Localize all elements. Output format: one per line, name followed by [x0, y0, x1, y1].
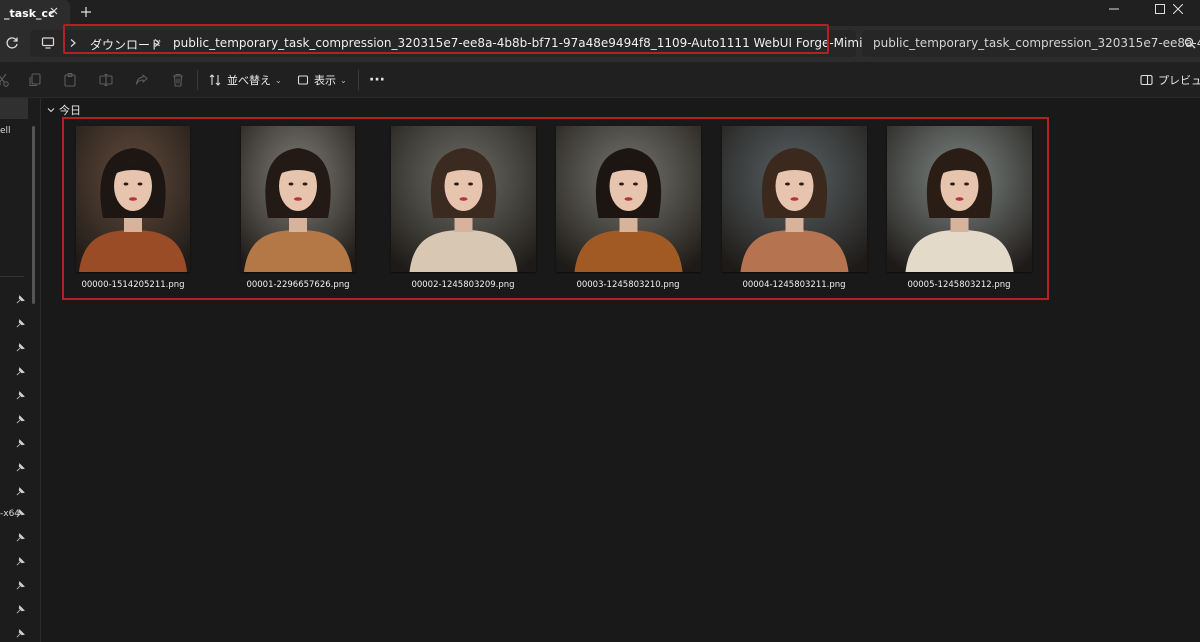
preview-label: プレビュー [1158, 74, 1200, 87]
chevron-right-icon[interactable] [68, 36, 78, 50]
new-tab-icon[interactable] [80, 6, 92, 18]
pin-icon [16, 581, 25, 590]
file-thumbnail[interactable] [391, 126, 536, 272]
chevron-right-icon[interactable] [152, 36, 162, 50]
file-item[interactable]: 00001-2296657626.png [223, 126, 373, 290]
pin-icon [16, 463, 25, 472]
portrait-image [556, 126, 701, 272]
portrait-image [241, 126, 355, 272]
monitor-icon [41, 37, 55, 49]
preview-pane-button[interactable]: プレビュー [1140, 70, 1200, 90]
file-thumbnail[interactable] [887, 126, 1032, 272]
search-icon[interactable] [1184, 37, 1196, 49]
file-item[interactable]: 00000-1514205211.png [58, 126, 208, 290]
pin-icon [16, 533, 25, 542]
file-name-label: 00000-1514205211.png [81, 280, 185, 290]
navigation-pane: ell -x64 [0, 98, 41, 642]
group-label: 今日 [59, 104, 81, 117]
view-label: 表示 [314, 74, 336, 87]
sidebar-item-label[interactable]: ell [0, 126, 11, 136]
sidebar-scrollbar[interactable] [32, 126, 35, 304]
copy-icon[interactable] [27, 72, 43, 88]
search-input[interactable]: public_temporary_task_compression_320315… [873, 36, 1200, 50]
file-item[interactable]: 00003-1245803210.png [553, 126, 703, 290]
file-name-label: 00004-1245803211.png [742, 280, 846, 290]
view-icon [297, 75, 309, 85]
portrait-image [887, 126, 1032, 272]
pin-icon [16, 605, 25, 614]
address-row: ダウンロード public_temporary_task_compression… [0, 26, 1200, 62]
paste-icon[interactable] [62, 72, 78, 88]
breadcrumb-current-folder[interactable]: public_temporary_task_compression_320315… [173, 36, 885, 50]
more-options-button[interactable]: ··· [369, 70, 385, 90]
file-name-label: 00003-1245803210.png [576, 280, 680, 290]
tab-active[interactable]: _task_cc [0, 0, 70, 26]
toolbar-divider [197, 70, 198, 90]
file-explorer-window: _task_cc ダウンロード public_temporary_task_co… [0, 0, 1200, 642]
pin-icon [16, 343, 25, 352]
file-thumbnail[interactable] [241, 126, 355, 272]
sort-button[interactable]: 並べ替え ⌄ [208, 70, 282, 90]
portrait-image [722, 126, 867, 272]
minimize-icon [1109, 8, 1119, 10]
file-name-label: 00002-1245803209.png [411, 280, 515, 290]
view-button[interactable]: 表示 ⌄ [297, 70, 347, 90]
close-icon[interactable] [48, 5, 60, 17]
search-box[interactable]: public_temporary_task_compression_320315… [862, 30, 1200, 57]
pin-icon [16, 295, 25, 304]
chevron-down-icon [47, 108, 55, 113]
file-name-label: 00005-1245803212.png [907, 280, 1011, 290]
cut-icon[interactable] [0, 72, 10, 88]
pin-icon [16, 487, 25, 496]
minimize-button[interactable] [1092, 0, 1136, 18]
group-header-today[interactable]: 今日 [47, 103, 81, 117]
toolbar-divider [358, 70, 359, 90]
pin-icon [16, 319, 25, 328]
delete-icon[interactable] [170, 72, 186, 88]
tab-title: _task_cc [4, 7, 55, 20]
file-name-label: 00001-2296657626.png [246, 280, 350, 290]
close-window-icon [1173, 4, 1183, 14]
sort-label: 並べ替え [227, 74, 271, 87]
command-bar: 並べ替え ⌄ 表示 ⌄ ··· プレビュー [0, 62, 1200, 98]
file-thumbnail[interactable] [76, 126, 190, 272]
file-item[interactable]: 00004-1245803211.png [719, 126, 869, 290]
sidebar-divider [0, 276, 24, 277]
sort-icon [209, 74, 221, 86]
pin-icon [16, 439, 25, 448]
sidebar-item-selected[interactable] [0, 98, 28, 119]
chevron-down-icon: ⌄ [275, 75, 282, 85]
file-thumbnail[interactable] [722, 126, 867, 272]
chevron-down-icon: ⌄ [340, 75, 347, 85]
file-item[interactable]: 00002-1245803209.png [388, 126, 538, 290]
refresh-icon[interactable] [4, 35, 20, 51]
pin-icon [16, 415, 25, 424]
portrait-image [391, 126, 536, 272]
pin-icon [16, 557, 25, 566]
preview-pane-icon [1140, 74, 1153, 86]
file-item[interactable]: 00005-1245803212.png [884, 126, 1034, 290]
address-bar[interactable]: ダウンロード public_temporary_task_compression… [30, 30, 885, 57]
pin-icon [16, 509, 25, 518]
share-icon[interactable] [134, 72, 150, 88]
file-thumbnail[interactable] [556, 126, 701, 272]
pin-icon [16, 391, 25, 400]
portrait-image [76, 126, 190, 272]
pin-icon [16, 367, 25, 376]
pin-icon [16, 629, 25, 638]
rename-icon[interactable] [98, 72, 114, 88]
tab-bar: _task_cc [0, 0, 1200, 26]
close-window-button[interactable] [1156, 0, 1200, 18]
